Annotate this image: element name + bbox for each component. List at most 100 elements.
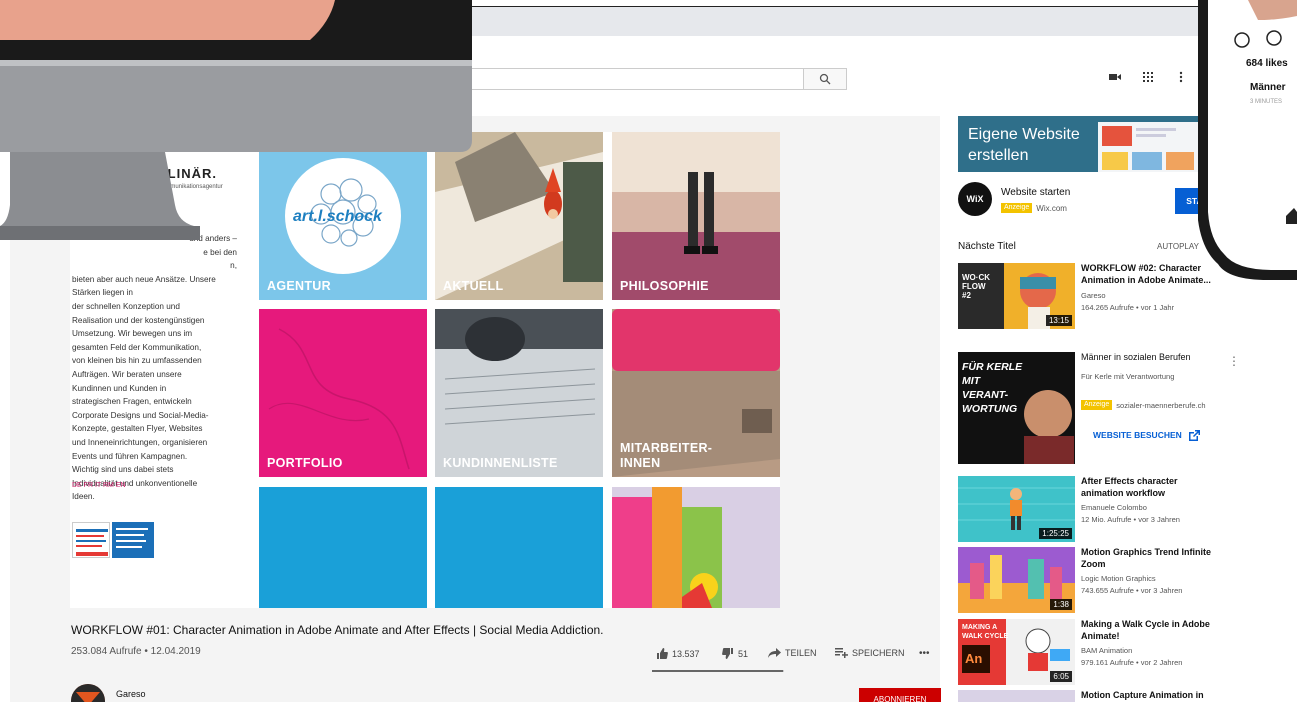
video-meta: 979.161 Aufrufe • vor 2 Jahren [1081, 658, 1183, 667]
thumb-text: WO·CK FLOW #2 [962, 273, 990, 300]
external-link-icon [1188, 429, 1200, 441]
video-title[interactable]: Motion Capture Animation in [1081, 690, 1221, 702]
description-line: bieten aber auch neue Ansätze. Unsere St… [72, 274, 216, 298]
agency-description: und anders – e bei den n, bieten aber auch … [72, 232, 237, 504]
tile-mitarbeiterinnen[interactable]: MITARBEITER- INNEN [612, 309, 780, 477]
recommended-video[interactable]: Motion Capture Animation in [958, 690, 1238, 702]
ad-meta: Anzeige sozialer-maennerberufe.ch [1081, 400, 1206, 410]
tile-label: KUNDINNENLISTE [443, 456, 558, 470]
recommended-video[interactable]: MAKING A WALK CYCLE An 6:05 Making a Wal… [958, 619, 1238, 685]
like-ratio-bar [652, 670, 784, 672]
recommended-video[interactable]: 1:25:25 After Effects character animatio… [958, 476, 1238, 542]
description-line: der schnellen Konzeption und [72, 301, 180, 311]
search-button[interactable] [803, 68, 847, 90]
video-title[interactable]: After Effects character animation workfl… [1081, 476, 1221, 499]
post-time: 3 MINUTES [1250, 99, 1283, 105]
description-line: Umsetzung. Wir bewegen uns im [72, 329, 193, 339]
visit-website-button[interactable]: WEBSITE BESUCHEN [1079, 423, 1217, 447]
ad-title[interactable]: Männer in sozialen Berufen [1081, 352, 1221, 364]
video-title[interactable]: Making a Walk Cycle in Adobe Animate! [1081, 619, 1221, 642]
visit-website-label: WEBSITE BESUCHEN [1093, 430, 1182, 440]
autoplay-label: AUTOPLAY [1157, 242, 1199, 251]
description-line: Ideen. [72, 492, 95, 502]
video-camera-icon[interactable] [1108, 70, 1122, 86]
more-actions-button[interactable]: ••• [919, 648, 930, 659]
video-duration: 13:15 [1045, 315, 1072, 326]
video-title: WORKFLOW #01: Character Animation in Ado… [71, 623, 604, 637]
up-next-label: Nächste Titel [958, 241, 1016, 252]
description-line: Events und führen Kampagnen. [72, 451, 188, 461]
description-line: Realisation und der kostengünstigen [72, 315, 205, 325]
tile-philosophie[interactable]: PHILOSOPHIE [612, 132, 780, 300]
tile-label: MITARBEITER- INNEN [620, 441, 713, 470]
philosophie-photo [612, 132, 780, 300]
video-thumbnail[interactable]: WO·CK FLOW #2 13:15 [958, 263, 1075, 329]
wix-domain: Wix.com [1036, 203, 1067, 213]
video-thumbnail[interactable] [958, 690, 1075, 702]
video-thumbnail[interactable]: 1:38 [958, 547, 1075, 613]
description-line: Wichtig sind uns dabei stets [72, 465, 174, 475]
share-label: TEILEN [785, 648, 817, 658]
channel-name[interactable]: Gareso [116, 689, 146, 699]
recommended-ad[interactable]: FÜR KERLE MIT VERANT- WORTUNG Männer in … [958, 352, 1238, 464]
channel-name: Logic Motion Graphics [1081, 574, 1156, 583]
ad-banner-text: Eigene Website erstellen [968, 126, 1080, 164]
search-icon [819, 73, 831, 85]
language-links[interactable]: DE FR IT RM EN [72, 482, 126, 489]
tile-colorful[interactable] [612, 487, 780, 608]
thumb-text: MAKING A WALK CYCLE [962, 624, 1009, 640]
ad-banner-image [1098, 122, 1198, 172]
video-duration: 1:38 [1050, 599, 1072, 610]
phone-mockup: 684 likes Männer 3 MINUTES [1198, 0, 1297, 290]
channel-name: Emanuele Colombo [1081, 503, 1147, 512]
search-input[interactable] [470, 68, 804, 90]
ad-badge: Anzeige [1001, 203, 1033, 213]
imac-mockup [0, 0, 472, 250]
video-title[interactable]: Motion Graphics Trend Infinite Zoom [1081, 547, 1221, 570]
animate-logo: An [965, 651, 983, 666]
like-ratio-fill [652, 670, 784, 672]
apps-grid-icon[interactable] [1142, 70, 1154, 86]
tile-label: AGENTUR [267, 279, 331, 293]
like-count: 13.537 [672, 648, 700, 659]
video-meta: 12 Mio. Aufrufe • vor 3 Jahren [1081, 515, 1180, 524]
like-button[interactable]: 13.537 [656, 648, 700, 659]
channel-name: Gareso [1081, 291, 1106, 300]
tile-portfolio[interactable]: PORTFOLIO [259, 309, 427, 477]
video-thumbnail[interactable]: MAKING A WALK CYCLE An 6:05 [958, 619, 1075, 685]
dislike-count: 51 [738, 648, 749, 659]
subscribe-button[interactable]: ABONNIEREN [859, 688, 941, 702]
wix-ad-meta: Anzeige Wix.com [1001, 203, 1067, 213]
tile-cyan-2[interactable] [435, 487, 603, 608]
video-meta: 253.084 Aufrufe • 12.04.2019 [71, 646, 201, 657]
share-icon [768, 648, 781, 658]
video-meta: 164.265 Aufrufe • vor 1 Jahr [1081, 303, 1175, 312]
description-line: und Inneneinrichtungen, organisieren [72, 437, 208, 447]
advertiser-name: Für Kerle mit Verantwortung [1081, 372, 1175, 381]
ad-banner[interactable]: Eigene Website erstellen W [958, 116, 1230, 172]
tile-label: PHILOSOPHIE [620, 279, 709, 293]
share-button[interactable]: TEILEN [768, 648, 817, 658]
tile-kundinnenliste[interactable]: KUNDINNENLISTE [435, 309, 603, 477]
wix-ad-title[interactable]: Website starten [1001, 187, 1070, 198]
dislike-button[interactable]: 51 [722, 648, 748, 659]
video-duration: 1:25:25 [1039, 528, 1072, 539]
award-badge [72, 522, 110, 558]
more-vert-icon[interactable]: ⋮ [1228, 354, 1240, 368]
thumb-text: FÜR KERLE MIT VERANT- WORTUNG [962, 361, 1023, 415]
tile-label: AKTUELL [443, 279, 504, 293]
more-vert-icon[interactable] [1179, 70, 1183, 86]
recommended-video[interactable]: WO·CK FLOW #2 13:15 WORKFLOW #02: Charac… [958, 263, 1238, 329]
certification-badge [112, 522, 154, 558]
save-button[interactable]: SPEICHERN [835, 648, 905, 658]
colorful-photo [612, 487, 780, 608]
video-thumbnail[interactable]: 1:25:25 [958, 476, 1075, 542]
save-label: SPEICHERN [852, 648, 905, 658]
tile-cyan-1[interactable] [259, 487, 427, 608]
recommended-video[interactable]: 1:38 Motion Graphics Trend Infinite Zoom… [958, 547, 1238, 613]
description-line: Konzepte, gestalten Flyer, Websites [72, 424, 203, 434]
video-duration: 6:05 [1050, 671, 1072, 682]
description-line: Kundinnen und Kunden in [72, 383, 167, 393]
post-caption: Männer [1250, 82, 1286, 93]
ad-thumbnail[interactable]: FÜR KERLE MIT VERANT- WORTUNG [958, 352, 1075, 464]
